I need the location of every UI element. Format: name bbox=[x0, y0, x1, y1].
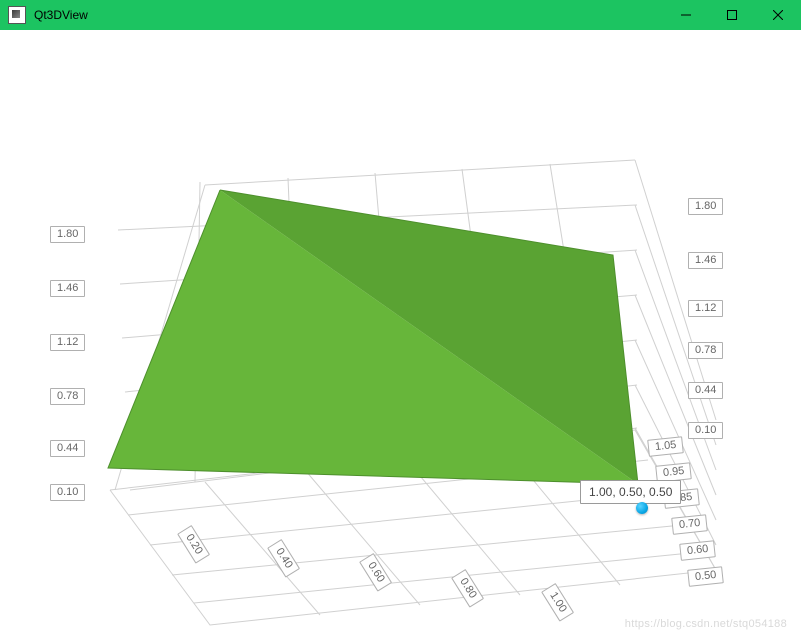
client-area: 1.80 1.46 1.12 0.78 0.44 0.10 1.80 1.46 … bbox=[0, 30, 801, 636]
z-right-tick: 1.80 bbox=[688, 198, 723, 215]
app-icon bbox=[8, 6, 26, 24]
z-left-tick: 0.78 bbox=[50, 388, 85, 405]
z-right-tick: 0.44 bbox=[688, 382, 723, 399]
watermark: https://blog.csdn.net/stq054188 bbox=[625, 618, 787, 630]
point-tooltip: 1.00, 0.50, 0.50 bbox=[580, 480, 681, 504]
z-right-tick: 0.78 bbox=[688, 342, 723, 359]
z-left-tick: 1.12 bbox=[50, 334, 85, 351]
minimize-button[interactable] bbox=[663, 0, 709, 30]
window-controls bbox=[663, 0, 801, 30]
highlight-marker-icon[interactable] bbox=[636, 502, 648, 514]
z-right-tick: 1.46 bbox=[688, 252, 723, 269]
window-title: Qt3DView bbox=[34, 8, 88, 22]
z-left-tick: 0.44 bbox=[50, 440, 85, 457]
z-left-tick: 0.10 bbox=[50, 484, 85, 501]
z-left-tick: 1.46 bbox=[50, 280, 85, 297]
close-button[interactable] bbox=[755, 0, 801, 30]
z-left-tick: 1.80 bbox=[50, 226, 85, 243]
maximize-button[interactable] bbox=[709, 0, 755, 30]
z-right-tick: 0.10 bbox=[688, 422, 723, 439]
titlebar: Qt3DView bbox=[0, 0, 801, 30]
z-right-tick: 1.12 bbox=[688, 300, 723, 317]
